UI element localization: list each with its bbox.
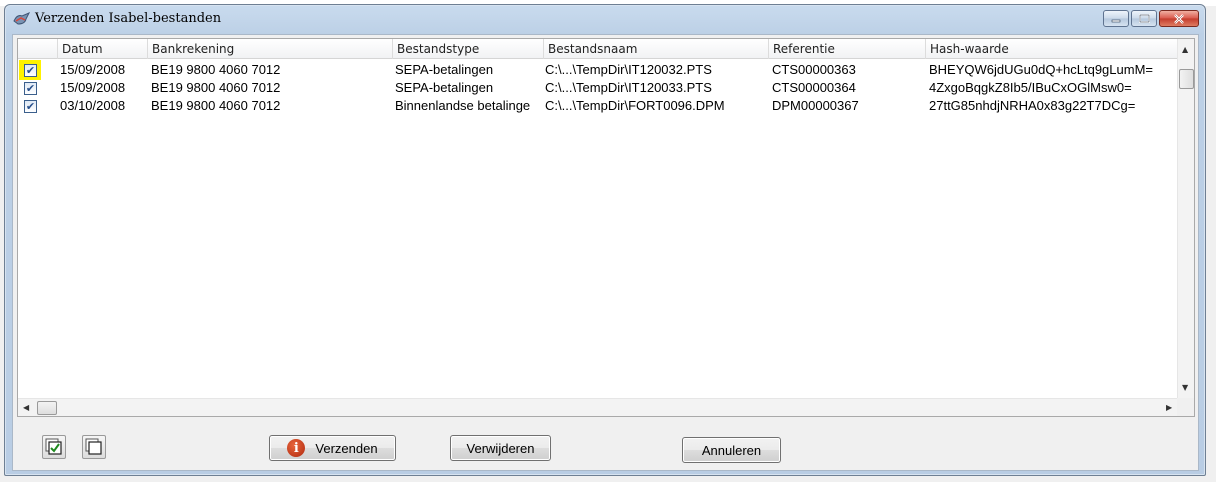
scroll-down-icon[interactable]: ▼ <box>1182 383 1188 392</box>
horizontal-scrollbar[interactable]: ◀ ▶ <box>18 398 1179 416</box>
row-checkbox[interactable]: ✔ <box>24 64 37 77</box>
scrollbar-corner <box>1177 398 1194 416</box>
cell-referentie: CTS00000364 <box>772 80 856 95</box>
table-row[interactable]: ✔ 03/10/2008 BE19 9800 4060 7012 Binnenl… <box>18 97 1179 115</box>
delete-button-label: Verwijderen <box>466 440 535 456</box>
col-header-datum[interactable]: Datum <box>58 39 148 59</box>
cell-datum: 15/09/2008 <box>60 62 126 77</box>
cell-bestandstype: SEPA-betalingen <box>395 80 494 95</box>
maximize-button[interactable] <box>1131 10 1157 27</box>
cell-datum: 03/10/2008 <box>60 98 126 113</box>
cell-bestandstype: SEPA-betalingen <box>395 62 494 77</box>
info-icon: i <box>287 439 306 457</box>
col-header-check[interactable] <box>18 39 58 59</box>
cell-hash: 4ZxgoBqgkZ8Ib5/IBuCxOGlMsw0= <box>929 80 1132 95</box>
close-icon <box>1174 13 1184 24</box>
send-button[interactable]: i Verzenden <box>269 435 396 461</box>
check-all-icon <box>45 438 62 455</box>
row-checkbox[interactable]: ✔ <box>24 100 37 113</box>
cell-bestandstype: Binnenlandse betalinge <box>395 98 531 113</box>
cell-bankrekening: BE19 9800 4060 7012 <box>151 62 281 77</box>
cell-bestandsnaam: C:\...\TempDir\IT120033.PTS <box>545 80 712 95</box>
caption-buttons <box>1103 10 1199 27</box>
cell-hash: 27ttG85nhdjNRHA0x83g22T7DCg= <box>929 98 1136 113</box>
table-row[interactable]: ✔ 15/09/2008 BE19 9800 4060 7012 SEPA-be… <box>18 79 1179 97</box>
cell-bankrekening: BE19 9800 4060 7012 <box>151 80 281 95</box>
cell-hash: BHEYQW6jdUGu0dQ+hcLtq9gLumM= <box>929 62 1153 77</box>
scroll-right-icon[interactable]: ▶ <box>1166 403 1172 412</box>
cell-bestandsnaam: C:\...\TempDir\FORT0096.DPM <box>545 98 725 113</box>
scroll-left-icon[interactable]: ◀ <box>23 403 29 412</box>
col-header-bankrekening[interactable]: Bankrekening <box>148 39 393 59</box>
cancel-button-label: Annuleren <box>701 442 762 458</box>
send-button-label: Verzenden <box>315 440 378 456</box>
vertical-scrollbar[interactable]: ▲ ▼ <box>1177 39 1194 398</box>
cell-referentie: DPM00000367 <box>772 98 859 113</box>
checkmark-icon: ✔ <box>25 64 36 77</box>
minimize-icon <box>1111 19 1121 22</box>
cell-bankrekening: BE19 9800 4060 7012 <box>151 98 281 113</box>
cell-datum: 15/09/2008 <box>60 80 126 95</box>
cell-bestandsnaam: C:\...\TempDir\IT120032.PTS <box>545 62 712 77</box>
isabel-app-icon <box>13 12 31 25</box>
vertical-scroll-thumb[interactable] <box>1179 69 1194 89</box>
col-header-hash[interactable]: Hash-waarde <box>926 39 1179 59</box>
cell-referentie: CTS00000363 <box>772 62 856 77</box>
deselect-all-button[interactable] <box>82 435 106 459</box>
checkmark-icon: ✔ <box>25 100 36 113</box>
col-header-bestandsnaam[interactable]: Bestandsnaam <box>544 39 769 59</box>
dialog-client-area: Datum Bankrekening Bestandstype Bestands… <box>12 34 1199 471</box>
col-header-referentie[interactable]: Referentie <box>769 39 926 59</box>
table-row[interactable]: ✔ 15/09/2008 BE19 9800 4060 7012 SEPA-be… <box>18 60 1179 80</box>
delete-button[interactable]: Verwijderen <box>450 435 551 461</box>
minimize-button[interactable] <box>1103 10 1129 27</box>
title-bar[interactable]: Verzenden Isabel-bestanden <box>5 5 1205 33</box>
maximize-icon <box>1138 14 1150 23</box>
dialog-window: Verzenden Isabel-bestanden Datum Bankrek… <box>4 4 1206 476</box>
scroll-up-icon[interactable]: ▲ <box>1182 45 1188 54</box>
grid-header: Datum Bankrekening Bestandstype Bestands… <box>18 39 1179 59</box>
window-title: Verzenden Isabel-bestanden <box>35 11 222 26</box>
row-checkbox[interactable]: ✔ <box>24 82 37 95</box>
file-grid: Datum Bankrekening Bestandstype Bestands… <box>17 38 1195 417</box>
uncheck-all-icon <box>85 438 102 455</box>
horizontal-scroll-thumb[interactable] <box>37 401 57 415</box>
col-header-bestandstype[interactable]: Bestandstype <box>393 39 544 59</box>
select-all-button[interactable] <box>42 435 66 459</box>
close-button[interactable] <box>1159 10 1199 27</box>
checkmark-icon: ✔ <box>25 82 36 95</box>
cancel-button[interactable]: Annuleren <box>682 437 781 463</box>
